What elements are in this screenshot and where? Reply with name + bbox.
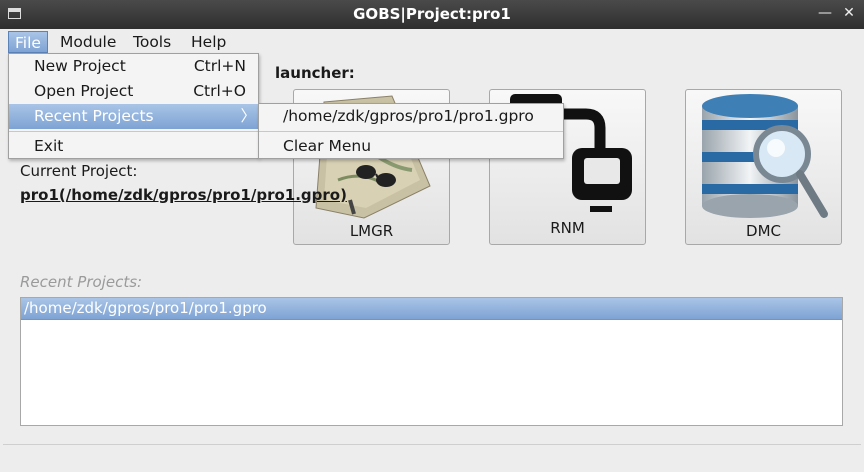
- menu-separator: [9, 131, 258, 132]
- window-title: GOBS|Project:pro1: [353, 5, 511, 23]
- status-bar: [3, 444, 861, 471]
- submenu-separator: [259, 131, 563, 132]
- dmc-label: DMC: [746, 222, 781, 240]
- close-button[interactable]: ✕: [840, 4, 858, 22]
- rnm-label: RNM: [550, 219, 585, 237]
- clear-menu-label: Clear Menu: [283, 137, 372, 155]
- recent-project-entry[interactable]: /home/zdk/gpros/pro1/pro1.gpro: [259, 104, 563, 129]
- current-project-label: Current Project:: [20, 162, 138, 180]
- recent-projects-submenu: /home/zdk/gpros/pro1/pro1.gpro Clear Men…: [258, 103, 564, 159]
- menu-module[interactable]: Module: [54, 31, 122, 53]
- open-project-label: Open Project: [34, 82, 134, 100]
- recent-projects-list[interactable]: /home/zdk/gpros/pro1/pro1.gpro: [20, 297, 843, 426]
- recent-project-row[interactable]: /home/zdk/gpros/pro1/pro1.gpro: [21, 298, 842, 320]
- new-project-shortcut: Ctrl+N: [193, 57, 246, 75]
- submenu-arrow-icon: 〉: [240, 107, 256, 125]
- recent-project-entry-label: /home/zdk/gpros/pro1/pro1.gpro: [283, 107, 534, 125]
- exit-item[interactable]: Exit: [9, 134, 258, 159]
- menu-help[interactable]: Help: [185, 31, 232, 53]
- launcher-label: launcher:: [275, 64, 355, 82]
- current-project-value: pro1(/home/zdk/gpros/pro1/pro1.gpro): [20, 186, 347, 204]
- menubar: File Module Tools Help: [0, 29, 864, 54]
- dmc-button[interactable]: DMC: [685, 89, 842, 245]
- clear-menu-item[interactable]: Clear Menu: [259, 134, 563, 159]
- new-project-item[interactable]: New Project Ctrl+N: [9, 54, 258, 79]
- menu-file[interactable]: File: [8, 31, 48, 53]
- menu-tools[interactable]: Tools: [127, 31, 177, 53]
- open-project-item[interactable]: Open Project Ctrl+O: [9, 79, 258, 104]
- window-titlebar: GOBS|Project:pro1 — ✕: [0, 0, 864, 29]
- recent-projects-item[interactable]: Recent Projects 〉: [9, 104, 258, 129]
- lmgr-label: LMGR: [349, 222, 394, 240]
- open-project-shortcut: Ctrl+O: [193, 82, 246, 100]
- new-project-label: New Project: [34, 57, 126, 75]
- file-menu-dropdown: New Project Ctrl+N Open Project Ctrl+O R…: [8, 53, 259, 159]
- exit-label: Exit: [34, 137, 64, 155]
- recent-projects-label: Recent Projects:: [20, 273, 143, 291]
- recent-projects-item-label: Recent Projects: [34, 107, 154, 125]
- minimize-button[interactable]: —: [816, 4, 834, 22]
